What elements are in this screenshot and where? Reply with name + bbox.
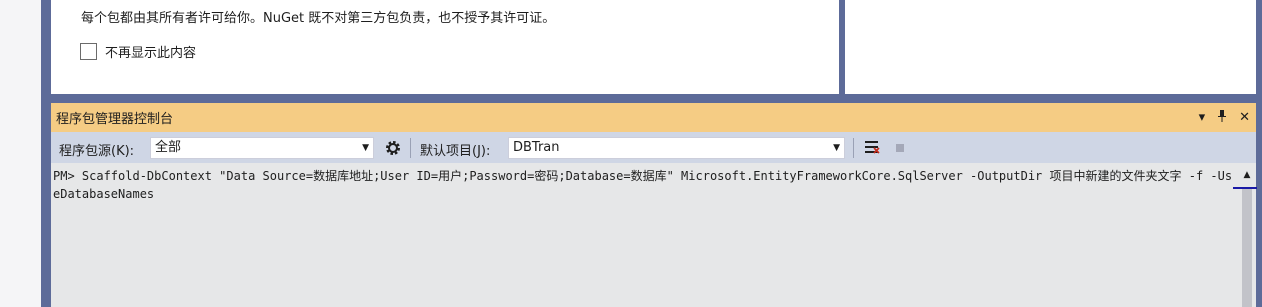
package-source-label: 程序包源(K): — [59, 144, 135, 159]
pin-icon[interactable] — [1217, 109, 1227, 126]
chevron-down-icon: ▼ — [362, 143, 369, 153]
default-project-select[interactable]: DBTran ▼ — [508, 137, 845, 159]
console-output[interactable]: PM> Scaffold-DbContext "Data Source=数据库地… — [51, 163, 1238, 307]
dont-show-again-checkbox[interactable] — [80, 43, 97, 60]
scrollbar-thumb[interactable] — [1242, 187, 1252, 307]
license-notice-pane: 每个包都由其所有者许可给你。NuGet 既不对第三方包负责，也不授予其许可证。 … — [51, 0, 839, 94]
scroll-up-icon[interactable]: ▲ — [1238, 167, 1256, 183]
default-project-value: DBTran — [513, 140, 560, 155]
package-source-select[interactable]: 全部 ▼ — [150, 137, 374, 159]
left-strip — [0, 0, 41, 307]
console-title: 程序包管理器控制台 — [56, 112, 174, 127]
title-controls: ▾ ✕ — [1199, 103, 1250, 132]
console-toolbar: 程序包源(K): 全部 ▼ 默认项目(J): DBTran ▼ — [51, 132, 1256, 163]
settings-gear-icon[interactable] — [384, 139, 402, 157]
side-pane — [845, 0, 1256, 94]
console-title-bar: 程序包管理器控制台 ▾ ✕ — [51, 103, 1256, 132]
clear-console-icon[interactable] — [863, 139, 881, 157]
toolbar-separator — [410, 138, 411, 158]
package-manager-console: 程序包管理器控制台 ▾ ✕ 程序包源(K): 全部 ▼ 默认项目(J): DBT… — [51, 103, 1257, 307]
close-icon[interactable]: ✕ — [1239, 110, 1250, 125]
console-scrollbar[interactable]: ▲ — [1238, 163, 1256, 307]
toolbar-separator — [853, 138, 854, 158]
package-source-value: 全部 — [155, 140, 182, 155]
dont-show-again-row[interactable]: 不再显示此内容 — [80, 42, 196, 61]
scroll-caret-marker — [1233, 187, 1257, 189]
license-notice-text: 每个包都由其所有者许可给你。NuGet 既不对第三方包负责，也不授予其许可证。 — [81, 11, 556, 26]
dont-show-again-label[interactable]: 不再显示此内容 — [105, 42, 196, 61]
chevron-down-icon: ▼ — [833, 143, 840, 153]
default-project-label: 默认项目(J): — [420, 144, 491, 159]
stop-icon[interactable] — [891, 139, 909, 157]
window-menu-dropdown-icon[interactable]: ▾ — [1199, 110, 1206, 125]
